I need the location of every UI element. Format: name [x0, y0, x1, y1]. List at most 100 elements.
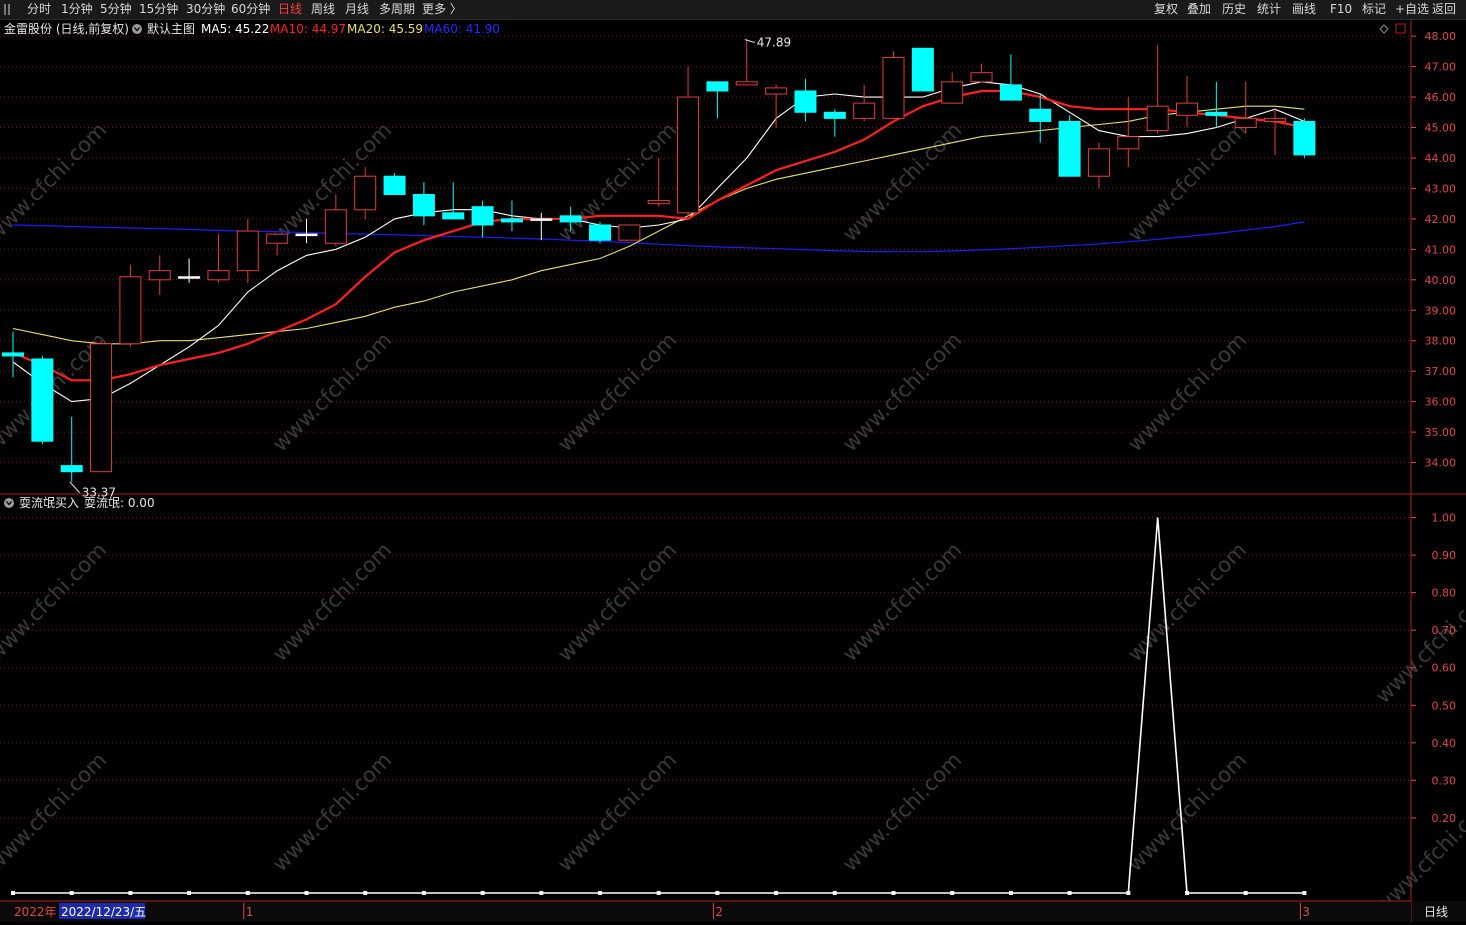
period-tab-10[interactable]: 更多 〉 — [422, 2, 462, 17]
candle-body — [354, 175, 377, 211]
chart-frame — [0, 19, 1466, 922]
candle-body — [941, 81, 964, 104]
candle — [236, 218, 259, 283]
period-tab-0[interactable]: 分时 — [27, 2, 51, 17]
toolbar-button-7[interactable]: +自选 — [1395, 2, 1429, 17]
candle-body — [706, 81, 729, 92]
indicator-point — [69, 891, 74, 895]
candle-body — [559, 215, 582, 223]
period-tab-1[interactable]: 1分钟 — [61, 2, 93, 17]
chart-area[interactable]: www.cfchi.com www.cfchi.com www.cfchi.com w… — [0, 19, 1466, 922]
candle — [354, 167, 377, 219]
candle-body — [90, 343, 113, 473]
indicator-point — [187, 891, 192, 895]
template-dropdown-icon[interactable] — [132, 24, 142, 34]
candle-body — [1117, 136, 1140, 150]
main-price-axis: 48.00 47.00 46.00 45.00 44.00 43.00 42.00 41.00… — [1411, 30, 1457, 470]
toolbar-button-1[interactable]: 叠加 — [1187, 2, 1211, 17]
toolbar-button-4[interactable]: 画线 — [1292, 2, 1316, 17]
candle-body — [1029, 108, 1052, 122]
candle — [442, 182, 465, 220]
watermark-text: www.cfchi.com — [553, 538, 681, 666]
candle — [677, 66, 700, 216]
period-tab-6[interactable]: 日线 — [278, 2, 302, 17]
price-tick-label: 40.00 — [1425, 274, 1457, 287]
price-tick-label: 48.00 — [1425, 30, 1457, 43]
indicator-point — [363, 891, 368, 895]
month-label: 2 — [715, 905, 723, 919]
candle-body — [1087, 148, 1110, 177]
watermark-layer: www.cfchi.com www.cfchi.com www.cfchi.com w… — [0, 118, 1466, 918]
candle-body — [1176, 102, 1198, 116]
toolbar-button-3[interactable]: 统计 — [1257, 2, 1281, 17]
candle — [647, 157, 670, 207]
toolbar-button-6[interactable]: 标记 — [1362, 2, 1386, 17]
candle — [1058, 115, 1081, 177]
candle — [794, 78, 817, 122]
candle-body — [119, 276, 142, 345]
period-tab-8[interactable]: 月线 — [345, 2, 369, 17]
indicator-point — [891, 891, 896, 895]
period-tab-5[interactable]: 60分钟 — [231, 2, 270, 17]
candle-body — [266, 233, 289, 244]
toolbar-grip-icon[interactable] — [4, 4, 14, 15]
watermark-text: www.cfchi.com — [268, 328, 396, 456]
indicator-point — [1126, 891, 1131, 895]
square-icon[interactable] — [1395, 23, 1406, 34]
candle — [618, 224, 641, 241]
candle — [471, 200, 494, 238]
period-tab-9[interactable]: 多周期 — [379, 2, 415, 17]
candle — [1087, 142, 1110, 189]
period-tab-7[interactable]: 周线 — [311, 2, 335, 17]
price-tick-label: 34.00 — [1425, 457, 1457, 470]
toolbar-button-8[interactable]: 返回 — [1432, 2, 1456, 17]
candle-body — [178, 276, 201, 279]
diamond-icon[interactable] — [1379, 24, 1389, 34]
candle — [882, 51, 905, 119]
candle-body — [970, 72, 993, 83]
price-tick-label: 43.00 — [1425, 182, 1457, 195]
period-toolbar: 分时 1分钟 5分钟 15分钟 30分钟 60分钟 日线 周线 月线 多周期 更多 〉 复权 叠加 历史… — [0, 0, 1466, 20]
candle — [1264, 109, 1287, 155]
price-tick-label: 35.00 — [1425, 426, 1457, 439]
candle-body — [471, 206, 494, 226]
indicator-tick-label: 0.20 — [1432, 812, 1457, 825]
price-tick-label: 45.00 — [1425, 122, 1457, 135]
candle-body — [383, 175, 406, 196]
ma20-label: MA20: 45.59 — [347, 22, 423, 36]
indicator-point — [598, 891, 602, 895]
period-label[interactable]: 日线 — [1424, 905, 1448, 919]
candle — [60, 416, 83, 482]
candle — [941, 72, 964, 104]
candle-body — [2, 352, 24, 357]
candle-body — [1293, 120, 1316, 156]
indicator-point — [11, 891, 15, 895]
watermark-text: www.cfchi.com — [838, 118, 966, 246]
price-tick-label: 41.00 — [1425, 243, 1457, 256]
indicator-name-label[interactable]: 耍流氓买入 — [19, 496, 79, 510]
time-axis-bar: 2022年 2022/12/23/五 1 2 3 — [0, 900, 1411, 922]
template-label[interactable]: 默认主图 — [147, 21, 195, 36]
candle-body — [236, 230, 259, 272]
candle-body — [618, 224, 641, 241]
indicator-tick-label: 1.00 — [1432, 512, 1457, 525]
indicator-point — [1185, 891, 1189, 895]
candle-body — [589, 224, 611, 241]
toolbar-button-5[interactable]: F10 — [1330, 2, 1352, 17]
candle — [706, 81, 729, 119]
price-tick-label: 38.00 — [1425, 335, 1457, 348]
candle-body — [765, 87, 788, 95]
toolbar-button-0[interactable]: 复权 — [1154, 2, 1178, 17]
period-tab-4[interactable]: 30分钟 — [186, 2, 225, 17]
ma60-label: MA60: 41.90 — [424, 22, 500, 36]
candle-body — [148, 270, 171, 281]
period-tab-3[interactable]: 15分钟 — [139, 2, 178, 17]
toolbar-button-2[interactable]: 历史 — [1222, 2, 1246, 17]
indicator-dropdown-icon[interactable] — [4, 498, 14, 508]
year-label: 2022年 — [14, 905, 57, 919]
watermark-text: www.cfchi.com — [0, 748, 111, 876]
candle-body — [500, 218, 523, 223]
indicator-tick-label: 0.40 — [1432, 737, 1457, 750]
period-tab-2[interactable]: 5分钟 — [100, 2, 132, 17]
candle — [90, 340, 113, 473]
